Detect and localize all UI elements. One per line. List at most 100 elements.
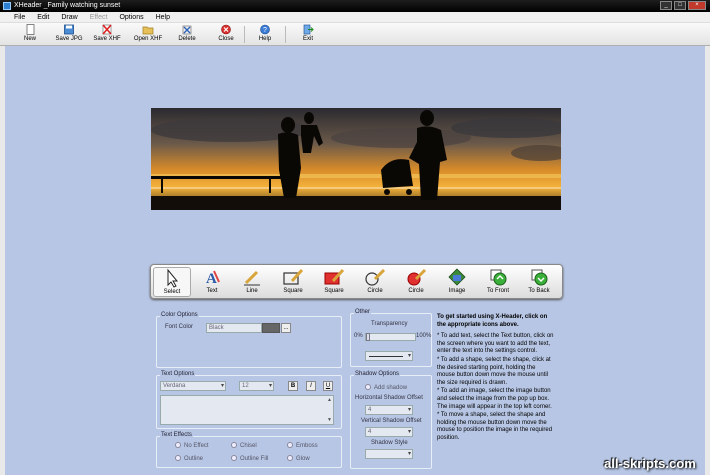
- help-add-shape: * To add a shape, select the shape, clic…: [437, 356, 551, 386]
- delete-button[interactable]: Delete: [176, 24, 198, 45]
- app-icon: [3, 2, 11, 10]
- menu-effect[interactable]: Effect: [84, 12, 114, 22]
- window-close-button[interactable]: ×: [688, 1, 706, 10]
- effect-no-effect-radio[interactable]: No Effect: [175, 442, 209, 449]
- select-tool-button[interactable]: Select: [153, 267, 191, 297]
- underline-button[interactable]: U: [323, 381, 333, 391]
- to-front-button[interactable]: To Front: [479, 267, 517, 297]
- help-intro: To get started using X-Header, click on …: [437, 314, 548, 328]
- effect-glow-radio[interactable]: Glow: [287, 455, 310, 462]
- left-border: [0, 46, 5, 475]
- shape-toolbar: Select A Text Line Square Square Circle …: [150, 264, 563, 299]
- line-tool-button[interactable]: Line: [233, 267, 271, 297]
- sunset-family-image: [151, 108, 561, 210]
- exit-icon: [303, 24, 314, 35]
- square-filled-icon: [324, 268, 345, 285]
- line-style-preview: [369, 356, 403, 357]
- image-tool-button[interactable]: Image: [438, 267, 476, 297]
- line-style-select[interactable]: [365, 351, 413, 361]
- bold-button[interactable]: B: [288, 381, 298, 391]
- menu-file[interactable]: File: [8, 12, 31, 22]
- image-icon: [448, 268, 466, 286]
- font-color-browse-button[interactable]: ...: [281, 323, 291, 333]
- effect-emboss-radio[interactable]: Emboss: [287, 442, 318, 449]
- right-border: [705, 46, 710, 475]
- help-icon: ?: [260, 24, 270, 35]
- save-xhf-button[interactable]: Save XHF: [93, 24, 121, 45]
- font-color-label: Font Color: [165, 324, 194, 330]
- save-xhf-icon: [102, 24, 112, 35]
- transparency-label: Transparency: [371, 321, 408, 327]
- minimize-button[interactable]: _: [660, 1, 672, 10]
- text-effects-group: Text Effects No Effect Chisel Emboss Out…: [156, 432, 342, 468]
- window-title: XHeader _Family watching sunset: [14, 2, 121, 9]
- scroll-down-icon[interactable]: ▼: [327, 417, 332, 423]
- maximize-button[interactable]: □: [674, 1, 686, 10]
- other-group: Other Transparency 0% 100%: [350, 309, 432, 367]
- title-bar: XHeader _Family watching sunset _ □ ×: [0, 0, 710, 12]
- shadow-style-select[interactable]: [365, 449, 413, 459]
- close-circle-icon: [221, 24, 231, 35]
- square-outline-tool-button[interactable]: Square: [274, 267, 312, 297]
- square-outline-icon: [283, 268, 304, 285]
- horizontal-offset-label: Horizontal Shadow Offset: [355, 395, 423, 401]
- transparency-slider-thumb[interactable]: [366, 333, 370, 341]
- effect-chisel-radio[interactable]: Chisel: [231, 442, 257, 449]
- menu-edit[interactable]: Edit: [31, 12, 55, 22]
- new-button[interactable]: New: [20, 24, 40, 45]
- font-family-select[interactable]: Verdana: [160, 381, 226, 391]
- effect-outline-fill-radio[interactable]: Outline Fill: [231, 455, 268, 462]
- new-document-icon: [26, 24, 35, 35]
- toolbar-separator: [285, 26, 286, 43]
- transparency-max-label: 100%: [416, 333, 432, 339]
- cursor-arrow-icon: [167, 268, 179, 288]
- close-button[interactable]: Close: [215, 24, 237, 45]
- text-tool-icon: A: [206, 270, 220, 287]
- effect-outline-radio[interactable]: Outline: [175, 455, 203, 462]
- shadow-style-label: Shadow Style: [371, 440, 408, 446]
- menu-options[interactable]: Options: [113, 12, 149, 22]
- scroll-up-icon[interactable]: ▲: [327, 397, 332, 403]
- transparency-slider[interactable]: [365, 333, 416, 341]
- help-move-shape: * To move a shape, select the shape and …: [437, 412, 553, 441]
- color-options-group: Color Options Font Color Black ...: [156, 312, 342, 368]
- help-button[interactable]: ? Help: [255, 24, 275, 45]
- toolbar-separator: [244, 26, 245, 43]
- send-to-back-icon: [531, 269, 548, 286]
- circle-filled-icon: [407, 268, 427, 286]
- help-add-image: * To add an image, select the image butt…: [437, 388, 552, 410]
- font-color-field[interactable]: Black: [206, 323, 262, 333]
- italic-button[interactable]: I: [306, 381, 316, 391]
- help-panel: To get started using X-Header, click on …: [437, 314, 555, 444]
- help-add-text: * To add text, select the Text button, c…: [437, 333, 554, 355]
- horizontal-offset-spinner[interactable]: 4: [365, 405, 413, 415]
- circle-filled-tool-button[interactable]: Circle: [397, 267, 435, 297]
- watermark: all-skripts.com: [604, 456, 696, 471]
- text-tool-button[interactable]: A Text: [193, 267, 231, 297]
- exit-button[interactable]: Exit: [298, 24, 318, 45]
- open-xhf-button[interactable]: Open XHF: [133, 24, 163, 45]
- header-canvas[interactable]: [151, 108, 561, 210]
- delete-icon: [182, 25, 192, 35]
- svg-text:?: ?: [263, 27, 267, 34]
- save-icon: [64, 24, 74, 35]
- circle-outline-tool-button[interactable]: Circle: [356, 267, 394, 297]
- to-back-button[interactable]: To Back: [520, 267, 558, 297]
- shadow-options-group: Shadow Options Add shadow Horizontal Sha…: [350, 371, 432, 469]
- font-size-select[interactable]: 12: [239, 381, 274, 391]
- vertical-offset-label: Vertical Shadow Offset: [361, 418, 422, 424]
- main-toolbar: New Save JPG Save XHF Open XHF Delete Cl…: [0, 23, 710, 46]
- menu-help[interactable]: Help: [150, 12, 176, 22]
- transparency-min-label: 0%: [354, 333, 363, 339]
- folder-open-icon: [142, 26, 154, 35]
- bring-to-front-icon: [490, 269, 507, 286]
- add-shadow-checkbox[interactable]: Add shadow: [365, 384, 407, 391]
- text-entry-area[interactable]: ▲ ▼: [160, 395, 334, 425]
- vertical-offset-spinner[interactable]: 4: [365, 427, 413, 437]
- square-filled-tool-button[interactable]: Square: [315, 267, 353, 297]
- save-jpg-button[interactable]: Save JPG: [55, 24, 83, 45]
- menu-draw[interactable]: Draw: [55, 12, 83, 22]
- menu-bar: File Edit Draw Effect Options Help: [0, 12, 710, 23]
- font-color-swatch: [262, 323, 280, 333]
- window-controls: _ □ ×: [660, 1, 706, 10]
